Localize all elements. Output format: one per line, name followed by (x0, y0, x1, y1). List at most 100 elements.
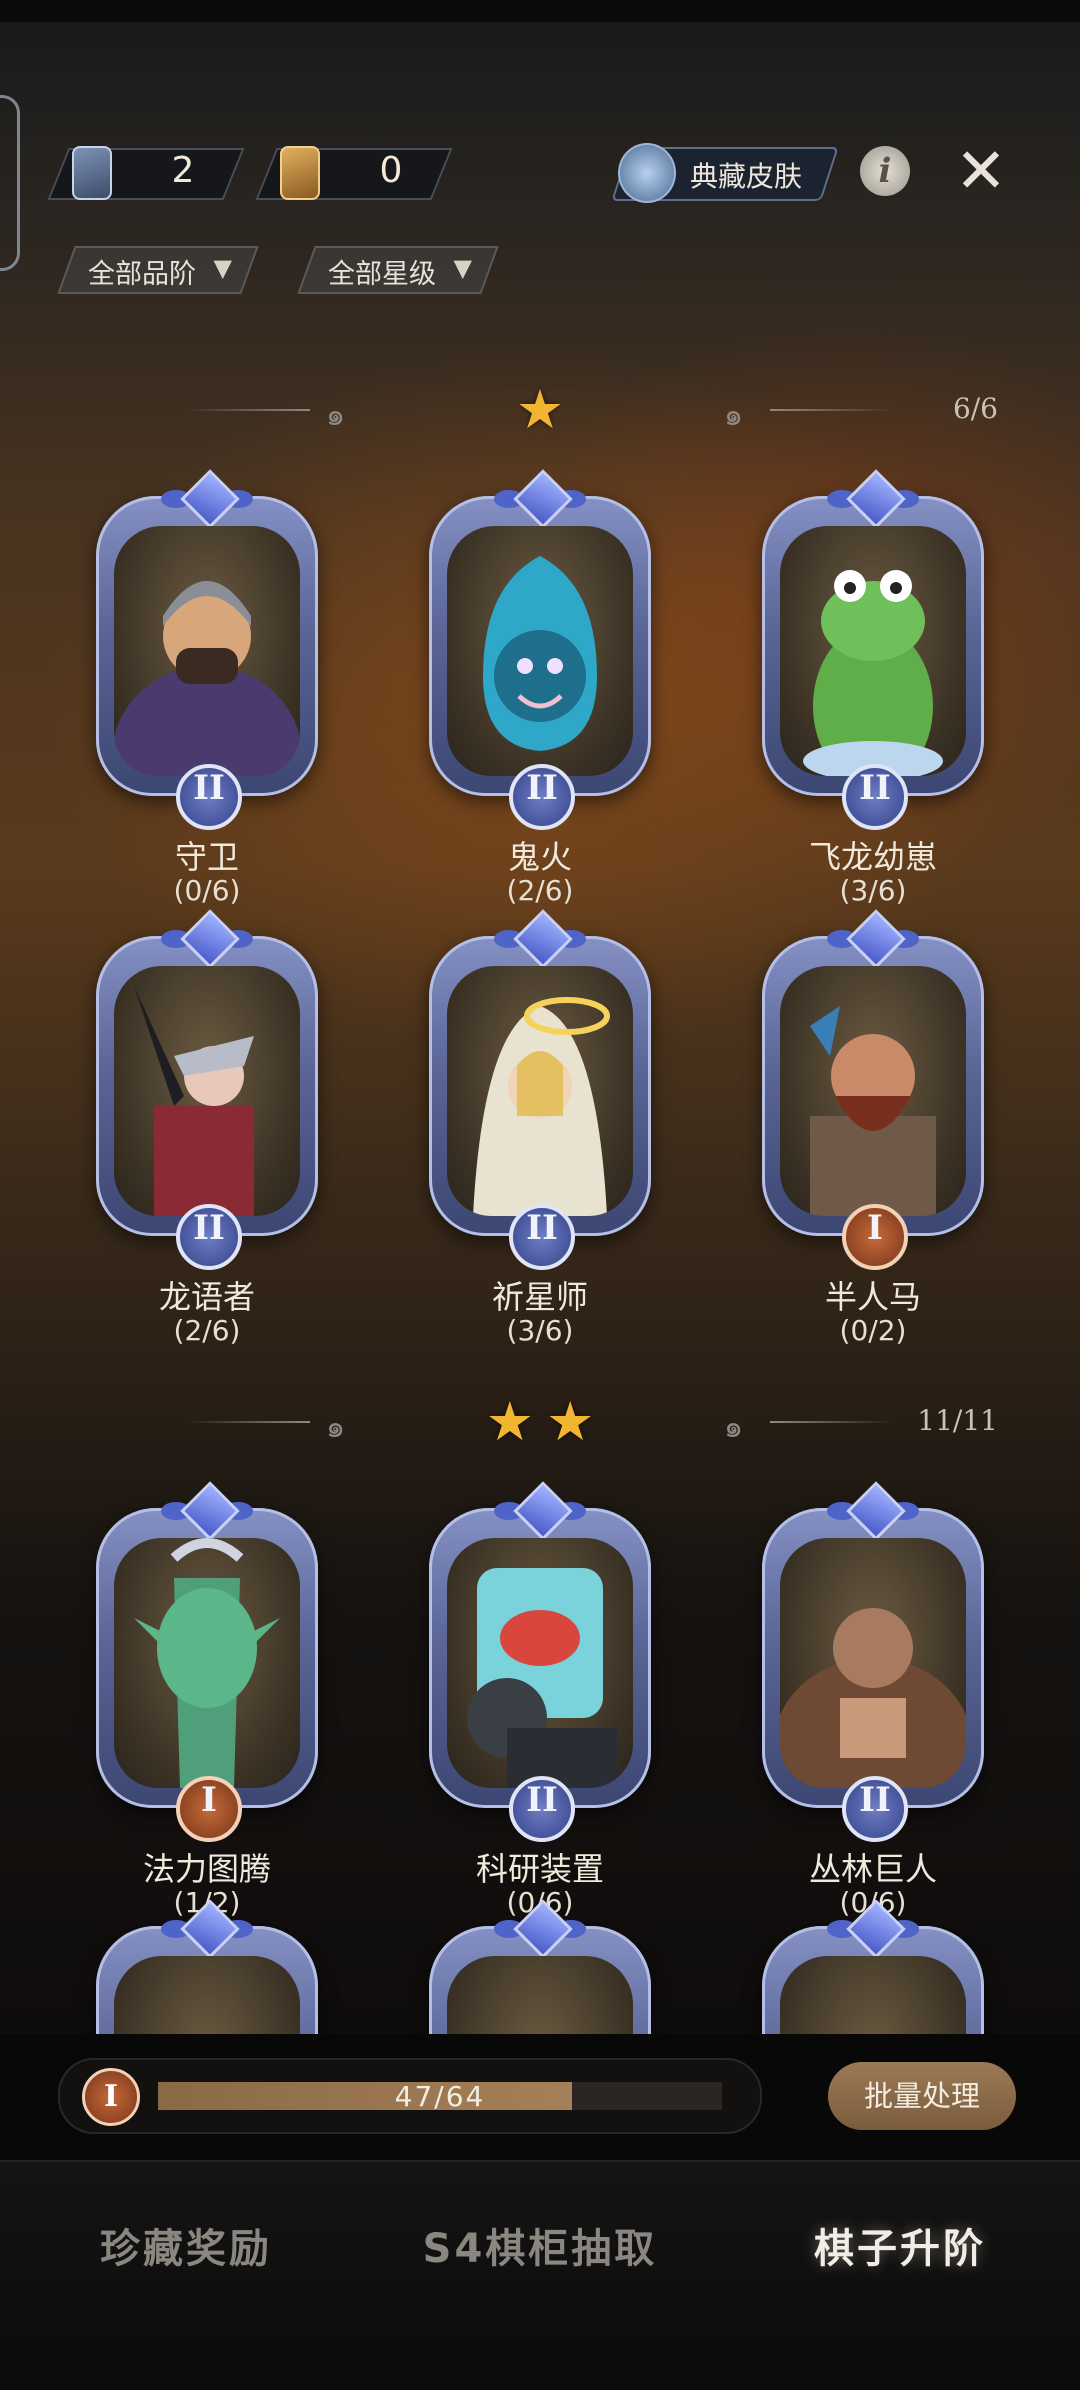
star-rating: ★ (0, 382, 1080, 438)
piece-card[interactable]: II 守卫 (0/6) (92, 469, 322, 936)
upgrade-footer: I 47/64 批量处理 (0, 2034, 1080, 2160)
blue-card-icon (72, 146, 112, 200)
next-row-peek (0, 1900, 1080, 2034)
card-crest (827, 909, 919, 969)
star-icon: ★ (546, 1390, 595, 1453)
batch-process-button[interactable]: 批量处理 (828, 2062, 1016, 2130)
piece-progress: (2/6) (506, 874, 574, 907)
piece-portrait (114, 966, 300, 1216)
section-header-2-star: ๑ ★ ★ ๑ 11/11 (0, 1392, 1080, 1452)
resource-count: 0 (379, 150, 403, 191)
card-crest (494, 909, 586, 969)
star-icon: ★ (485, 1390, 534, 1453)
resource-gold-cards: 0 (255, 142, 453, 202)
resource-blue-cards: 2 (47, 142, 245, 202)
card-crest (161, 1900, 253, 1959)
info-icon[interactable]: i (860, 146, 910, 196)
gold-card-icon (280, 146, 320, 200)
rank-badge: II (509, 764, 575, 830)
piece-card[interactable]: I 法力图腾 (1/2) (92, 1481, 322, 1948)
piece-portrait (780, 526, 966, 776)
piece-portrait (780, 966, 966, 1216)
piece-name: 飞龙幼崽 (808, 838, 937, 876)
rank-badge: II (176, 764, 242, 830)
card-crest (827, 1481, 919, 1541)
upgrade-progress: I 47/64 (58, 2058, 762, 2134)
card-crest (494, 1900, 586, 1959)
piece-portrait (447, 1538, 633, 1788)
piece-portrait (114, 1956, 300, 2034)
swirl-ornament-icon: ๑ (724, 1410, 744, 1445)
piece-card-partial[interactable] (425, 1900, 655, 2034)
card-crest (827, 1900, 919, 1959)
progress-track: 47/64 (158, 2080, 722, 2113)
piece-portrait (447, 966, 633, 1216)
quality-filter-dropdown[interactable]: 全部品阶 ▼ (57, 246, 259, 294)
divider-line (770, 409, 894, 411)
piece-portrait (114, 1538, 300, 1788)
piece-name: 守卫 (174, 838, 239, 876)
piece-name: 丛林巨人 (808, 1850, 937, 1888)
card-crest (161, 909, 253, 969)
tab-piece-upgrade[interactable]: 棋子升阶 (740, 2216, 1060, 2274)
piece-name: 龙语者 (158, 1278, 255, 1316)
rank-badge: II (176, 1204, 242, 1270)
section-count: 6/6 (952, 392, 998, 425)
shirt-icon (618, 143, 676, 203)
piece-card[interactable]: II 鬼火 (2/6) (425, 469, 655, 936)
collection-skin-button[interactable]: 典藏皮肤 (606, 143, 839, 203)
piece-portrait (447, 1956, 633, 2034)
piece-card[interactable]: I 半人马 (0/2) (758, 909, 988, 1376)
star-filter-dropdown[interactable]: 全部星级 ▼ (297, 246, 499, 294)
rank-badge: II (509, 1204, 575, 1270)
piece-progress: (0/2) (839, 1314, 907, 1347)
progress-text: 47/64 (394, 2080, 486, 2113)
star-icon: ★ (515, 378, 565, 441)
bottom-tab-bar: 珍藏奖励 S4棋柜抽取 棋子升阶 (0, 2160, 1080, 2390)
status-bar (0, 0, 1080, 22)
card-crest (827, 469, 919, 529)
piece-name: 半人马 (824, 1278, 921, 1316)
resource-count: 2 (171, 150, 195, 191)
section-count: 11/11 (917, 1404, 998, 1437)
rank-badge: II (842, 764, 908, 830)
piece-portrait (780, 1538, 966, 1788)
rank-badge: II (509, 1776, 575, 1842)
rank-badge: I (842, 1204, 908, 1270)
piece-progress: (3/6) (506, 1314, 574, 1347)
piece-card[interactable]: II 科研装置 (0/6) (425, 1481, 655, 1948)
rank-badge: I (176, 1776, 242, 1842)
rank-badge: I (82, 2068, 140, 2126)
piece-card[interactable]: II 丛林巨人 (0/6) (758, 1481, 988, 1948)
card-crest (161, 469, 253, 529)
filter-label: 全部品阶 (88, 259, 196, 290)
piece-name: 科研装置 (475, 1850, 604, 1888)
skin-button-label: 典藏皮肤 (690, 160, 803, 193)
piece-card[interactable]: II 飞龙幼崽 (3/6) (758, 469, 988, 936)
piece-card[interactable]: II 祈星师 (3/6) (425, 909, 655, 1376)
piece-card-partial[interactable] (92, 1900, 322, 2034)
triangle-down-icon: ▼ (213, 254, 232, 282)
piece-name: 法力图腾 (142, 1850, 271, 1888)
piece-card-partial[interactable] (758, 1900, 988, 2034)
piece-name: 祈星师 (491, 1278, 588, 1316)
card-crest (494, 1481, 586, 1541)
close-icon[interactable]: ✕ (950, 140, 1012, 202)
piece-card[interactable]: II 龙语者 (2/6) (92, 909, 322, 1376)
divider-line (770, 1421, 894, 1423)
piece-progress: (2/6) (173, 1314, 241, 1347)
piece-progress: (3/6) (839, 874, 907, 907)
side-drawer-handle[interactable] (0, 95, 20, 271)
piece-portrait (780, 1956, 966, 2034)
piece-progress: (0/6) (173, 874, 241, 907)
card-crest (494, 469, 586, 529)
swirl-ornament-icon: ๑ (724, 398, 744, 433)
tab-collection-rewards[interactable]: 珍藏奖励 (26, 2216, 346, 2274)
piece-name: 鬼火 (507, 838, 572, 876)
triangle-down-icon: ▼ (453, 254, 472, 282)
section-header-1-star: ๑ ★ ๑ 6/6 (0, 380, 1080, 440)
piece-portrait (447, 526, 633, 776)
tab-s4-cabinet-draw[interactable]: S4棋柜抽取 (380, 2216, 700, 2274)
piece-portrait (114, 526, 300, 776)
filter-label: 全部星级 (328, 259, 436, 290)
